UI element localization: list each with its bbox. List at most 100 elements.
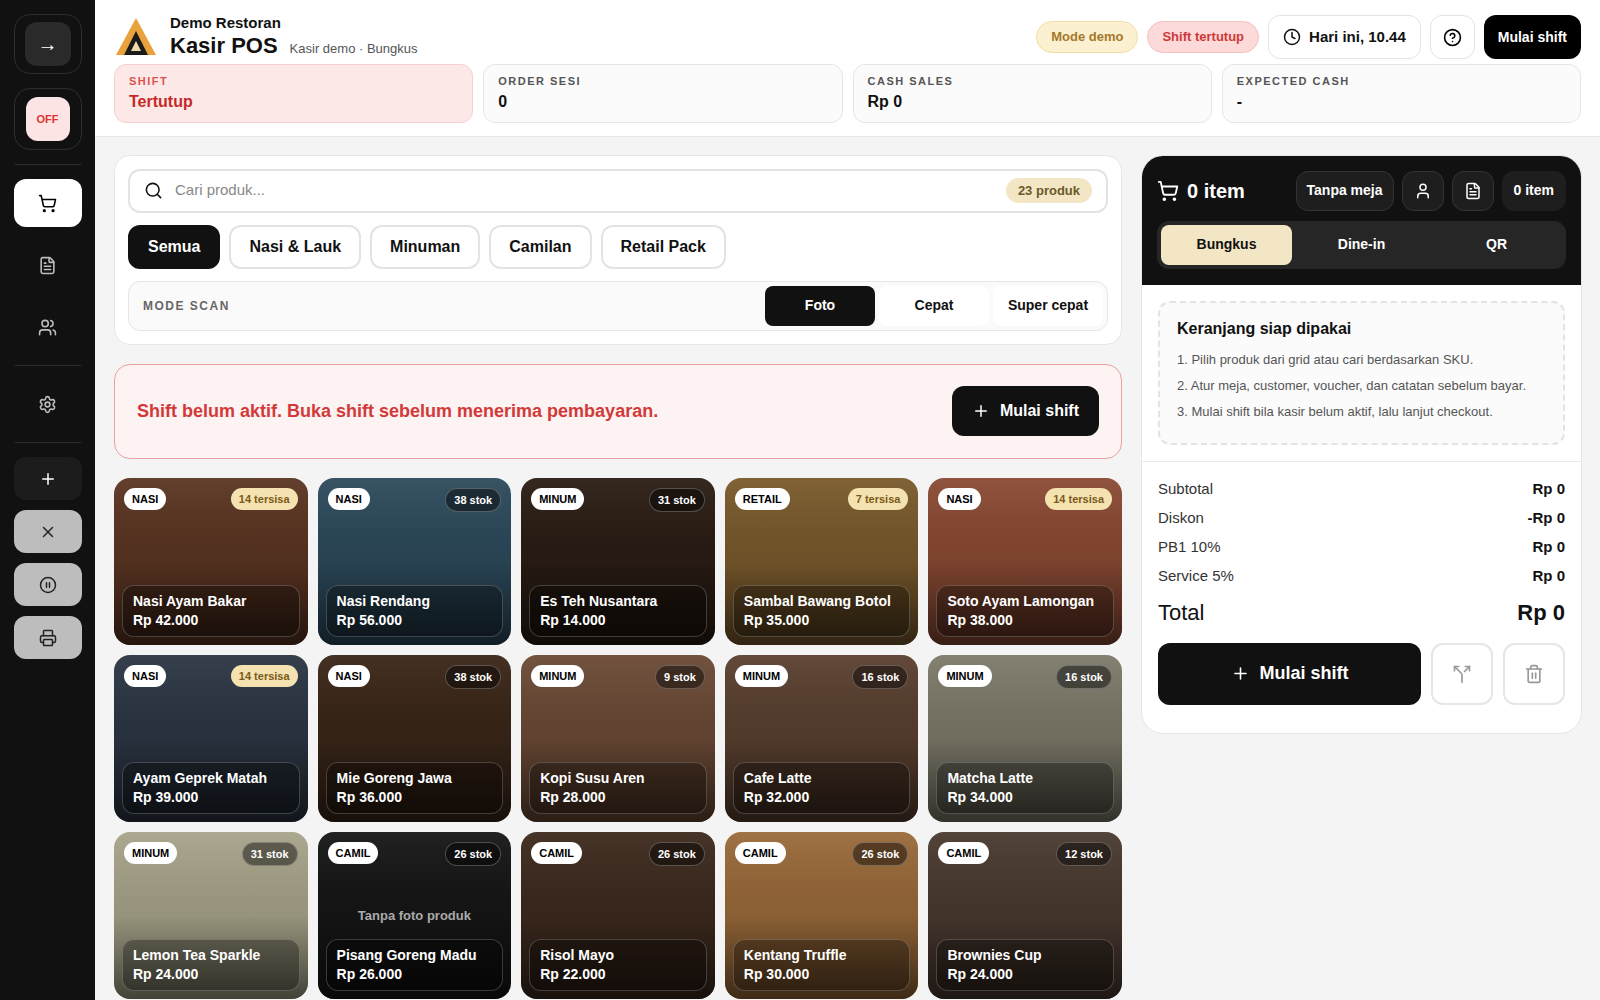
order-type-tab[interactable]: Dine-in bbox=[1296, 225, 1427, 265]
total-row: TotalRp 0 bbox=[1158, 596, 1565, 629]
action-icon bbox=[39, 523, 57, 541]
sidebar-nav-item[interactable] bbox=[14, 380, 82, 428]
scan-mode-option[interactable]: Cepat bbox=[879, 286, 989, 326]
category-tab[interactable]: Semua bbox=[128, 225, 220, 269]
product-card[interactable]: RETAIL7 tersisaSambal Bawang BotolRp 35.… bbox=[725, 478, 919, 645]
product-card[interactable]: CAMIL26 stokTanpa foto produkPisang Gore… bbox=[318, 832, 512, 999]
order-type-tab[interactable]: Bungkus bbox=[1161, 225, 1292, 265]
category-tab[interactable]: Camilan bbox=[489, 225, 591, 269]
search-field[interactable]: Cari produk...23 produk bbox=[128, 169, 1108, 213]
stat-card: ORDER SESI0 bbox=[483, 64, 842, 123]
stock-badge: 12 stok bbox=[1056, 842, 1112, 867]
product-name: Kopi Susu Aren bbox=[540, 769, 696, 787]
empty-cart-step: 1. Pilih produk dari grid atau cari berd… bbox=[1177, 351, 1546, 369]
product-price: Rp 56.000 bbox=[337, 610, 493, 630]
product-card[interactable]: MINUM16 stokCafe LatteRp 32.000 bbox=[725, 655, 919, 822]
sidebar-nav-item[interactable] bbox=[14, 303, 82, 351]
stock-badge: 26 stok bbox=[445, 842, 501, 867]
product-card[interactable]: NASI38 stokNasi RendangRp 56.000 bbox=[318, 478, 512, 645]
product-name: Sambal Bawang Botol bbox=[744, 592, 900, 610]
category-tab[interactable]: Minuman bbox=[370, 225, 480, 269]
category-badge: MINUM bbox=[735, 665, 788, 688]
alert-start-shift-button[interactable]: Mulai shift bbox=[952, 386, 1099, 436]
sidebar-action[interactable] bbox=[14, 457, 82, 500]
product-info: Es Teh NusantaraRp 14.000 bbox=[529, 585, 707, 637]
category-badge: CAMIL bbox=[328, 842, 379, 865]
photo-placeholder: Tanpa foto produk bbox=[318, 906, 512, 926]
sidebar-toggle[interactable]: → bbox=[25, 22, 71, 66]
product-name: Brownies Cup bbox=[947, 946, 1103, 964]
clear-cart-button[interactable] bbox=[1503, 643, 1565, 705]
product-info: Ayam Geprek MatahRp 39.000 bbox=[122, 762, 300, 814]
product-grid: NASI14 tersisaNasi Ayam BakarRp 42.000NA… bbox=[114, 478, 1122, 999]
start-shift-button[interactable]: Mulai shift bbox=[1484, 15, 1581, 59]
split-bill-button[interactable] bbox=[1431, 643, 1493, 705]
product-card[interactable]: NASI14 tersisaNasi Ayam BakarRp 42.000 bbox=[114, 478, 308, 645]
pos-app: →OFFDemo RestoranKasir POSKasir demo · B… bbox=[0, 0, 1600, 1000]
product-price: Rp 42.000 bbox=[133, 610, 289, 630]
product-count-badge: 23 produk bbox=[1006, 178, 1092, 204]
category-tab[interactable]: Retail Pack bbox=[601, 225, 726, 269]
app-subtitle: Kasir demo · Bungkus bbox=[290, 39, 418, 59]
note-button[interactable] bbox=[1452, 171, 1494, 211]
product-name: Mie Goreng Jawa bbox=[337, 769, 493, 787]
product-info: Risol MayoRp 22.000 bbox=[529, 939, 707, 991]
clock: Hari ini, 10.44 bbox=[1268, 15, 1421, 59]
product-info: Cafe LatteRp 32.000 bbox=[733, 762, 911, 814]
product-price: Rp 22.000 bbox=[540, 964, 696, 984]
sidebar-nav-item[interactable] bbox=[14, 179, 82, 227]
checkout-button[interactable]: Mulai shift bbox=[1158, 643, 1421, 705]
customer-icon bbox=[1414, 182, 1432, 200]
category-badge: NASI bbox=[938, 488, 980, 511]
category-badge: MINUM bbox=[124, 842, 177, 865]
sidebar-nav-item[interactable] bbox=[14, 241, 82, 289]
app-title: Kasir POS bbox=[170, 32, 278, 60]
product-card[interactable]: NASI38 stokMie Goreng JawaRp 36.000 bbox=[318, 655, 512, 822]
category-tab[interactable]: Nasi & Lauk bbox=[229, 225, 361, 269]
product-price: Rp 24.000 bbox=[133, 964, 289, 984]
summary-row: Service 5%Rp 0 bbox=[1158, 561, 1565, 590]
product-price: Rp 28.000 bbox=[540, 787, 696, 807]
stock-badge: 14 tersisa bbox=[231, 488, 298, 511]
sidebar-divider bbox=[15, 365, 81, 366]
product-card[interactable]: CAMIL12 stokBrownies CupRp 24.000 bbox=[928, 832, 1122, 999]
cart-count-badge: 0 item bbox=[1502, 171, 1566, 211]
table-button[interactable]: Tanpa meja bbox=[1296, 171, 1394, 211]
product-price: Rp 24.000 bbox=[947, 964, 1103, 984]
sidebar-action[interactable] bbox=[14, 510, 82, 553]
sidebar-action[interactable] bbox=[14, 616, 82, 659]
product-card[interactable]: MINUM9 stokKopi Susu ArenRp 28.000 bbox=[521, 655, 715, 822]
clock-icon bbox=[1283, 28, 1301, 46]
search-icon bbox=[144, 181, 163, 200]
product-card[interactable]: MINUM16 stokMatcha LatteRp 34.000 bbox=[928, 655, 1122, 822]
stock-badge: 7 tersisa bbox=[848, 488, 909, 511]
product-card[interactable]: MINUM31 stokEs Teh NusantaraRp 14.000 bbox=[521, 478, 715, 645]
product-card[interactable]: MINUM31 stokLemon Tea SparkleRp 24.000 bbox=[114, 832, 308, 999]
help-button[interactable] bbox=[1430, 15, 1475, 59]
product-info: Matcha LatteRp 34.000 bbox=[936, 762, 1114, 814]
product-card[interactable]: CAMIL26 stokKentang TruffleRp 30.000 bbox=[725, 832, 919, 999]
customer-button[interactable] bbox=[1402, 171, 1444, 211]
scan-mode-option[interactable]: Foto bbox=[765, 286, 875, 326]
product-price: Rp 34.000 bbox=[947, 787, 1103, 807]
sidebar: →OFF bbox=[0, 0, 95, 1000]
product-card[interactable]: NASI14 tersisaAyam Geprek MatahRp 39.000 bbox=[114, 655, 308, 822]
stat-card: EXPECTED CASH- bbox=[1222, 64, 1581, 123]
product-card[interactable]: NASI14 tersisaSoto Ayam LamonganRp 38.00… bbox=[928, 478, 1122, 645]
order-type-tab[interactable]: QR bbox=[1431, 225, 1562, 265]
stat-card: CASH SALESRp 0 bbox=[853, 64, 1212, 123]
product-info: Brownies CupRp 24.000 bbox=[936, 939, 1114, 991]
product-name: Lemon Tea Sparkle bbox=[133, 946, 289, 964]
product-info: Nasi RendangRp 56.000 bbox=[326, 585, 504, 637]
category-badge: NASI bbox=[328, 488, 370, 511]
sidebar-action[interactable] bbox=[14, 563, 82, 606]
category-badge: MINUM bbox=[531, 665, 584, 688]
product-card[interactable]: CAMIL26 stokRisol MayoRp 22.000 bbox=[521, 832, 715, 999]
product-price: Rp 14.000 bbox=[540, 610, 696, 630]
scan-mode-option[interactable]: Super cepat bbox=[993, 286, 1103, 326]
help-icon bbox=[1443, 28, 1462, 47]
note-icon bbox=[1464, 182, 1482, 200]
status-badge: Shift tertutup bbox=[1147, 21, 1259, 53]
summary-row: Diskon-Rp 0 bbox=[1158, 503, 1565, 532]
alert-message: Shift belum aktif. Buka shift sebelum me… bbox=[137, 398, 952, 425]
